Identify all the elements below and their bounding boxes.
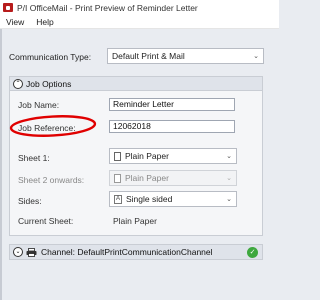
- communication-type-row: Communication Type: Default Print & Mail…: [9, 48, 264, 64]
- job-reference-input[interactable]: 12062018: [109, 120, 235, 133]
- status-check-icon: ✓: [247, 247, 258, 258]
- communication-type-label: Communication Type:: [9, 52, 92, 62]
- officemail-app-icon: [3, 3, 13, 12]
- chevron-down-icon: ⌄: [226, 153, 232, 160]
- job-options-header[interactable]: ⌃ Job Options: [10, 77, 262, 91]
- job-options-panel: ⌃ Job Options Job Name: Reminder Letter …: [9, 76, 263, 236]
- paper-icon: [114, 151, 121, 161]
- current-sheet-label: Current Sheet:: [18, 216, 74, 226]
- job-name-label: Job Name:: [18, 100, 60, 110]
- window-title: P/I OfficeMail - Print Preview of Remind…: [17, 2, 198, 13]
- menu-view[interactable]: View: [6, 17, 24, 27]
- chevron-down-icon: ⌄: [226, 196, 232, 203]
- left-edge-divider: [0, 29, 2, 300]
- chevron-down-icon: ⌄: [226, 175, 232, 182]
- sheet1-value: Plain Paper: [125, 151, 169, 161]
- chevron-down-icon: ⌄: [253, 53, 259, 60]
- collapse-chevron-icon[interactable]: ⌃: [13, 78, 23, 89]
- single-sided-icon: A: [114, 194, 122, 204]
- printer-icon: [26, 247, 37, 257]
- title-bar: P/I OfficeMail - Print Preview of Remind…: [0, 0, 279, 15]
- expand-chevron-icon[interactable]: ⌄: [13, 247, 23, 257]
- job-options-title: Job Options: [26, 78, 72, 89]
- job-reference-label: Job Reference:: [18, 123, 76, 133]
- communication-type-value: Default Print & Mail: [112, 51, 185, 61]
- channel-label: Channel: DefaultPrintCommunicationChanne…: [41, 247, 213, 257]
- job-name-input[interactable]: Reminder Letter: [109, 98, 235, 111]
- sides-select[interactable]: A Single sided ⌄: [109, 191, 237, 207]
- channel-bar[interactable]: ⌄ Channel: DefaultPrintCommunicationChan…: [9, 244, 263, 260]
- paper-icon: [114, 173, 121, 183]
- menu-help[interactable]: Help: [36, 17, 53, 27]
- sheet2-select[interactable]: Plain Paper ⌄: [109, 170, 237, 186]
- sides-label: Sides:: [18, 196, 42, 206]
- sheet2-value: Plain Paper: [125, 173, 169, 183]
- menu-bar: View Help: [0, 15, 279, 29]
- sheet1-select[interactable]: Plain Paper ⌄: [109, 148, 237, 164]
- sheet1-label: Sheet 1:: [18, 153, 50, 163]
- current-sheet-value: Plain Paper: [113, 216, 157, 226]
- communication-type-select[interactable]: Default Print & Mail ⌄: [107, 48, 264, 64]
- sides-value: Single sided: [126, 194, 173, 204]
- sheet2-label: Sheet 2 onwards:: [18, 175, 85, 185]
